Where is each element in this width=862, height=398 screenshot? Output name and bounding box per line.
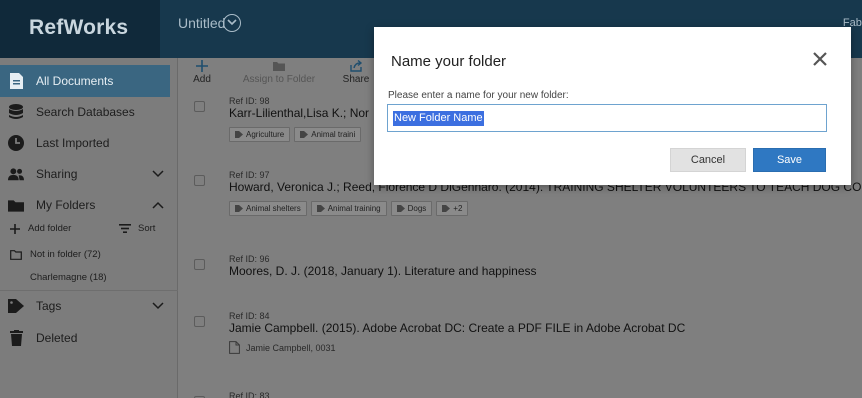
ref-title[interactable]: Moores, D. J. (2018, January 1). Literat… <box>229 264 537 278</box>
sidebar-item-label: Deleted <box>36 331 78 345</box>
sidebar-item-label: Sharing <box>36 167 78 181</box>
clock-icon <box>8 135 24 151</box>
tag-label: +2 <box>453 204 463 213</box>
users-icon <box>8 166 24 182</box>
folder-item-charlemagne[interactable]: Charlemagne (18) <box>30 272 107 283</box>
folder-name-label: Please enter a name for your new folder: <box>388 90 569 101</box>
folder-icon <box>8 197 24 213</box>
project-menu-chevron-icon[interactable] <box>223 14 241 32</box>
chevron-up-icon[interactable] <box>152 198 164 212</box>
tag-chip[interactable]: Animal training <box>310 201 387 216</box>
reference-row[interactable]: Ref ID: 96 Moores, D. J. (2018, January … <box>178 254 862 284</box>
save-button[interactable]: Save <box>753 148 826 172</box>
document-icon <box>8 73 24 89</box>
sidebar-item-sharing[interactable]: Sharing <box>8 158 178 190</box>
tag-chip[interactable]: Dogs <box>390 201 433 216</box>
select-checkbox[interactable] <box>194 316 205 327</box>
tag-list: Animal shelters Animal training Dogs +2 <box>229 201 469 216</box>
sidebar-item-all-documents[interactable]: All Documents <box>0 65 170 97</box>
chevron-down-icon[interactable] <box>152 167 164 181</box>
tag-icon <box>316 205 325 212</box>
sidebar-item-tags[interactable]: Tags <box>8 290 178 322</box>
share-label: Share <box>342 74 370 85</box>
ref-id: Ref ID: 97 <box>229 170 270 180</box>
reference-row[interactable]: Ref ID: 84 Jamie Campbell. (2015). Adobe… <box>178 311 862 361</box>
attachment[interactable]: Jamie Campbell, 0031 <box>229 341 336 354</box>
tag-chip[interactable]: Animal traini <box>294 127 362 142</box>
sidebar-item-label: My Folders <box>36 198 96 212</box>
sidebar: All Documents Search Databases Last Impo… <box>0 58 178 398</box>
sidebar-item-last-imported[interactable]: Last Imported <box>8 127 178 159</box>
add-button[interactable]: Add <box>192 58 212 85</box>
tag-list: Agriculture Animal traini <box>229 127 362 142</box>
file-icon <box>229 341 240 354</box>
cancel-button[interactable]: Cancel <box>670 148 746 172</box>
attachment-label: Jamie Campbell, 0031 <box>246 342 336 353</box>
ref-title[interactable]: Jamie Campbell. (2015). Adobe Acrobat DC… <box>229 321 685 335</box>
share-button[interactable]: Share <box>342 58 370 85</box>
brand-area: RefWorks <box>0 0 160 58</box>
tag-icon <box>8 298 24 314</box>
sort-button[interactable]: Sort <box>119 223 155 234</box>
sort-icon <box>119 224 131 233</box>
name-folder-dialog: Name your folder Please enter a name for… <box>374 27 851 185</box>
tag-icon <box>442 205 451 212</box>
dialog-title: Name your folder <box>391 53 507 70</box>
tag-label: Agriculture <box>246 130 285 139</box>
more-tags-chip[interactable]: +2 <box>436 201 469 216</box>
share-icon <box>342 58 370 74</box>
assign-to-folder-button[interactable]: Assign to Folder <box>238 58 320 85</box>
sidebar-item-search-databases[interactable]: Search Databases <box>8 96 178 128</box>
tag-label: Animal training <box>327 204 381 213</box>
database-icon <box>8 104 24 120</box>
ref-id: Ref ID: 84 <box>229 311 270 321</box>
trash-icon <box>8 330 24 346</box>
sidebar-item-label: All Documents <box>36 74 114 88</box>
sort-label: Sort <box>138 223 156 234</box>
sidebar-item-my-folders[interactable]: My Folders <box>8 189 178 221</box>
folder-item-label: Not in folder (72) <box>30 249 101 260</box>
add-label: Add <box>193 74 211 85</box>
sidebar-item-label: Tags <box>36 299 62 313</box>
tag-label: Animal shelters <box>246 204 301 213</box>
sidebar-item-label: Last Imported <box>36 136 110 150</box>
ref-id: Ref ID: 83 <box>229 391 270 398</box>
plus-icon <box>192 58 212 74</box>
tag-icon <box>396 205 405 212</box>
select-checkbox[interactable] <box>194 259 205 270</box>
sidebar-item-deleted[interactable]: Deleted <box>8 322 178 354</box>
project-title[interactable]: Untitled <box>178 15 225 31</box>
app-logo[interactable]: RefWorks <box>29 16 128 40</box>
reference-row[interactable]: Ref ID: 83 <box>178 391 862 398</box>
ref-title[interactable]: Karr-Lilienthal,Lisa K.; Nor <box>229 106 369 120</box>
select-checkbox[interactable] <box>194 101 205 112</box>
add-folder-label: Add folder <box>28 223 72 234</box>
folder-name-input-value[interactable]: New Folder Name <box>393 111 484 126</box>
close-icon[interactable] <box>813 52 829 68</box>
empty-folder-icon <box>10 249 22 260</box>
tag-chip[interactable]: Agriculture <box>229 127 291 142</box>
add-folder-button[interactable]: Add folder <box>10 223 71 234</box>
sidebar-item-label: Search Databases <box>36 105 135 119</box>
ref-id: Ref ID: 96 <box>229 254 270 264</box>
tag-icon <box>235 205 243 212</box>
select-checkbox[interactable] <box>194 175 205 186</box>
plus-icon <box>10 223 20 234</box>
tag-label: Dogs <box>407 204 427 213</box>
tag-icon <box>300 131 309 138</box>
folder-item-not-in-folder[interactable]: Not in folder (72) <box>10 249 101 260</box>
tag-label: Animal traini <box>311 130 356 139</box>
tag-icon <box>235 131 243 138</box>
folder-icon <box>238 58 320 74</box>
tag-chip[interactable]: Animal shelters <box>229 201 307 216</box>
chevron-down-icon[interactable] <box>152 299 164 313</box>
assign-to-folder-label: Assign to Folder <box>242 74 316 85</box>
ref-id: Ref ID: 98 <box>229 96 270 106</box>
